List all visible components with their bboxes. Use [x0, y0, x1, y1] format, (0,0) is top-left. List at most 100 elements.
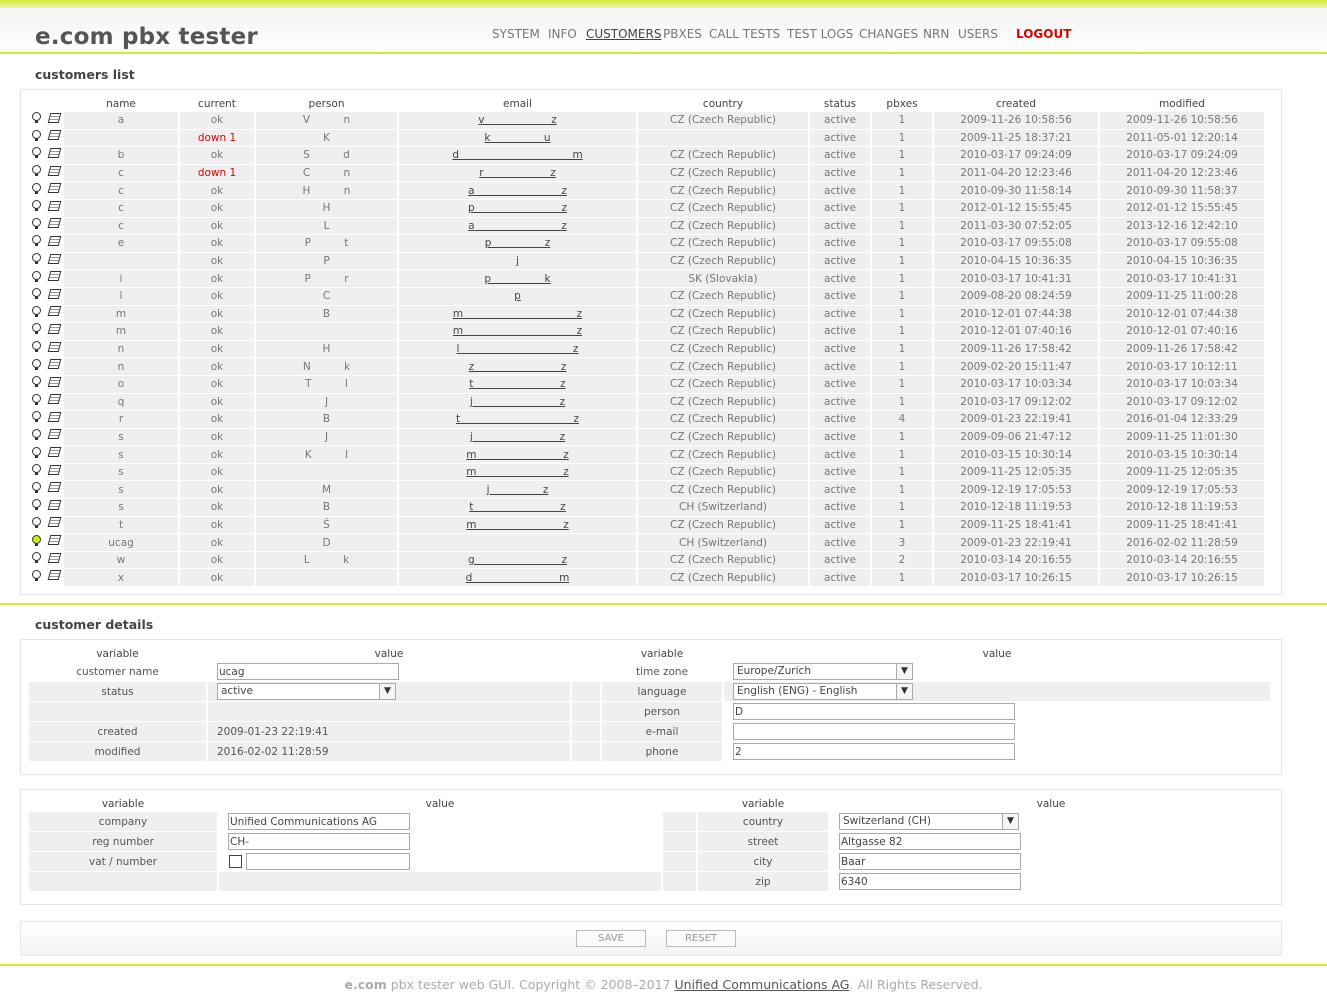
- row-bulb-cell[interactable]: [29, 217, 44, 235]
- table-row[interactable]: e ok P tp z CZ (Czech Republic) active 1 2010-…: [29, 235, 1264, 252]
- notebook-icon[interactable]: [47, 147, 61, 158]
- cell-email[interactable]: m z: [399, 446, 636, 463]
- row-bulb-cell[interactable]: [29, 340, 44, 358]
- col-person[interactable]: person: [256, 97, 397, 111]
- row-edit-cell[interactable]: [46, 411, 62, 428]
- cell-email[interactable]: k u: [399, 129, 636, 147]
- company-input[interactable]: Unified Communications AG: [228, 813, 410, 830]
- notebook-icon[interactable]: [47, 411, 61, 422]
- cell-email[interactable]: d m: [399, 569, 636, 587]
- row-edit-cell[interactable]: [46, 393, 62, 411]
- col-country[interactable]: country: [638, 97, 808, 111]
- chevron-down-icon[interactable]: ▼: [896, 684, 912, 699]
- footer-company-link[interactable]: Unified Communications AG: [674, 977, 849, 992]
- notebook-icon[interactable]: [47, 165, 61, 176]
- table-row[interactable]: r ok Bt z CZ (Czech Republic) active 4 2009-01…: [29, 411, 1264, 428]
- nav-test-logs[interactable]: TEST LOGS: [787, 27, 853, 41]
- col-status[interactable]: status: [810, 97, 870, 111]
- notebook-icon[interactable]: [47, 499, 61, 510]
- row-bulb-cell[interactable]: [29, 393, 44, 411]
- cell-email[interactable]: j z: [399, 428, 636, 446]
- notebook-icon[interactable]: [47, 394, 61, 405]
- cell-email[interactable]: t z: [399, 411, 636, 428]
- row-edit-cell[interactable]: [46, 551, 62, 569]
- row-edit-cell[interactable]: [46, 323, 62, 340]
- notebook-icon[interactable]: [47, 183, 61, 194]
- notebook-icon[interactable]: [47, 323, 61, 334]
- bulb-icon[interactable]: [32, 393, 41, 405]
- nav-customers[interactable]: CUSTOMERS: [586, 27, 661, 41]
- table-row[interactable]: m ok Bm z CZ (Czech Republic) active 1 2010-12…: [29, 305, 1264, 323]
- col-modified[interactable]: modified: [1100, 97, 1264, 111]
- col-current[interactable]: current: [180, 97, 254, 111]
- status-select[interactable]: active ▼: [217, 683, 396, 700]
- table-row[interactable]: n ok Hl z CZ (Czech Republic) active 1 2009-11…: [29, 340, 1264, 358]
- row-bulb-cell[interactable]: [29, 323, 44, 340]
- table-row[interactable]: c ok H na z CZ (Czech Republic) active 1 2010-…: [29, 182, 1264, 199]
- row-edit-cell[interactable]: [46, 446, 62, 463]
- cell-email[interactable]: m z: [399, 323, 636, 340]
- row-bulb-cell[interactable]: [29, 358, 44, 375]
- cell-email[interactable]: t z: [399, 499, 636, 516]
- city-input[interactable]: Baar: [839, 853, 1021, 870]
- email-input[interactable]: [733, 723, 1015, 740]
- table-row[interactable]: l ok Cp CZ (Czech Republic) active 1 2009-08-2…: [29, 287, 1264, 305]
- row-bulb-cell[interactable]: [29, 112, 44, 129]
- cell-email[interactable]: d m: [399, 147, 636, 164]
- cell-email[interactable]: v z: [399, 112, 636, 129]
- row-bulb-cell[interactable]: [29, 252, 44, 270]
- table-row[interactable]: c down 1C nr z CZ (Czech Republic) active 1 2…: [29, 164, 1264, 182]
- cell-email[interactable]: p z: [399, 199, 636, 217]
- cell-email[interactable]: p z: [399, 235, 636, 252]
- row-bulb-cell[interactable]: [29, 270, 44, 287]
- save-button[interactable]: SAVE: [576, 930, 646, 947]
- bulb-icon[interactable]: [32, 376, 41, 388]
- row-edit-cell[interactable]: [46, 287, 62, 305]
- row-edit-cell[interactable]: [46, 129, 62, 147]
- chevron-down-icon[interactable]: ▼: [896, 664, 912, 679]
- col-pbxes[interactable]: pbxes: [872, 97, 932, 111]
- bulb-icon[interactable]: [32, 129, 41, 141]
- cell-email[interactable]: p: [399, 287, 636, 305]
- cell-email[interactable]: j z: [399, 481, 636, 499]
- table-row[interactable]: ok Pj CZ (Czech Republic) active 1 2010-04-15…: [29, 252, 1264, 270]
- cell-email[interactable]: z z: [399, 358, 636, 375]
- notebook-icon[interactable]: [47, 552, 61, 563]
- row-bulb-cell[interactable]: [29, 569, 44, 587]
- notebook-icon[interactable]: [47, 271, 61, 282]
- table-row[interactable]: x ok d m CZ (Czech Republic) active 1 2010-03-…: [29, 569, 1264, 587]
- cell-email[interactable]: j: [399, 252, 636, 270]
- language-select[interactable]: English (ENG) - English ▼: [733, 683, 913, 700]
- notebook-icon[interactable]: [47, 359, 61, 370]
- row-bulb-cell[interactable]: [29, 516, 44, 534]
- col-email[interactable]: email: [399, 97, 636, 111]
- row-edit-cell[interactable]: [46, 217, 62, 235]
- table-row[interactable]: ucag ok D CH (Switzerland) active 3 2009-01-23…: [29, 534, 1264, 551]
- timezone-select[interactable]: Europe/Zurich ▼: [733, 663, 913, 680]
- notebook-icon[interactable]: [47, 130, 61, 141]
- row-bulb-cell[interactable]: [29, 199, 44, 217]
- bulb-icon[interactable]: [32, 165, 41, 177]
- cell-email[interactable]: p k: [399, 270, 636, 287]
- cell-email[interactable]: g z: [399, 551, 636, 569]
- row-edit-cell[interactable]: [46, 481, 62, 499]
- table-row[interactable]: a ok V nv z CZ (Czech Republic) active 1 2009-…: [29, 112, 1264, 129]
- notebook-icon[interactable]: [47, 341, 61, 352]
- row-edit-cell[interactable]: [46, 358, 62, 375]
- table-row[interactable]: s ok Bt z CH (Switzerland) active 1 2010-12-18…: [29, 499, 1264, 516]
- notebook-icon[interactable]: [47, 464, 61, 475]
- reg-number-input[interactable]: CH-: [228, 833, 410, 850]
- nav-changes[interactable]: CHANGES: [859, 27, 918, 41]
- row-bulb-cell[interactable]: [29, 164, 44, 182]
- row-bulb-cell[interactable]: [29, 534, 44, 551]
- row-edit-cell[interactable]: [46, 428, 62, 446]
- notebook-icon[interactable]: [47, 376, 61, 387]
- row-edit-cell[interactable]: [46, 375, 62, 393]
- nav-call-tests[interactable]: CALL TESTS: [709, 27, 780, 41]
- notebook-icon[interactable]: [47, 112, 61, 123]
- table-row[interactable]: c ok Hp z CZ (Czech Republic) active 1 2012-01…: [29, 199, 1264, 217]
- nav-nrn[interactable]: NRN: [923, 27, 949, 41]
- table-row[interactable]: s ok Mj z CZ (Czech Republic) active 1 2009-12…: [29, 481, 1264, 499]
- row-bulb-cell[interactable]: [29, 375, 44, 393]
- row-bulb-cell[interactable]: [29, 129, 44, 147]
